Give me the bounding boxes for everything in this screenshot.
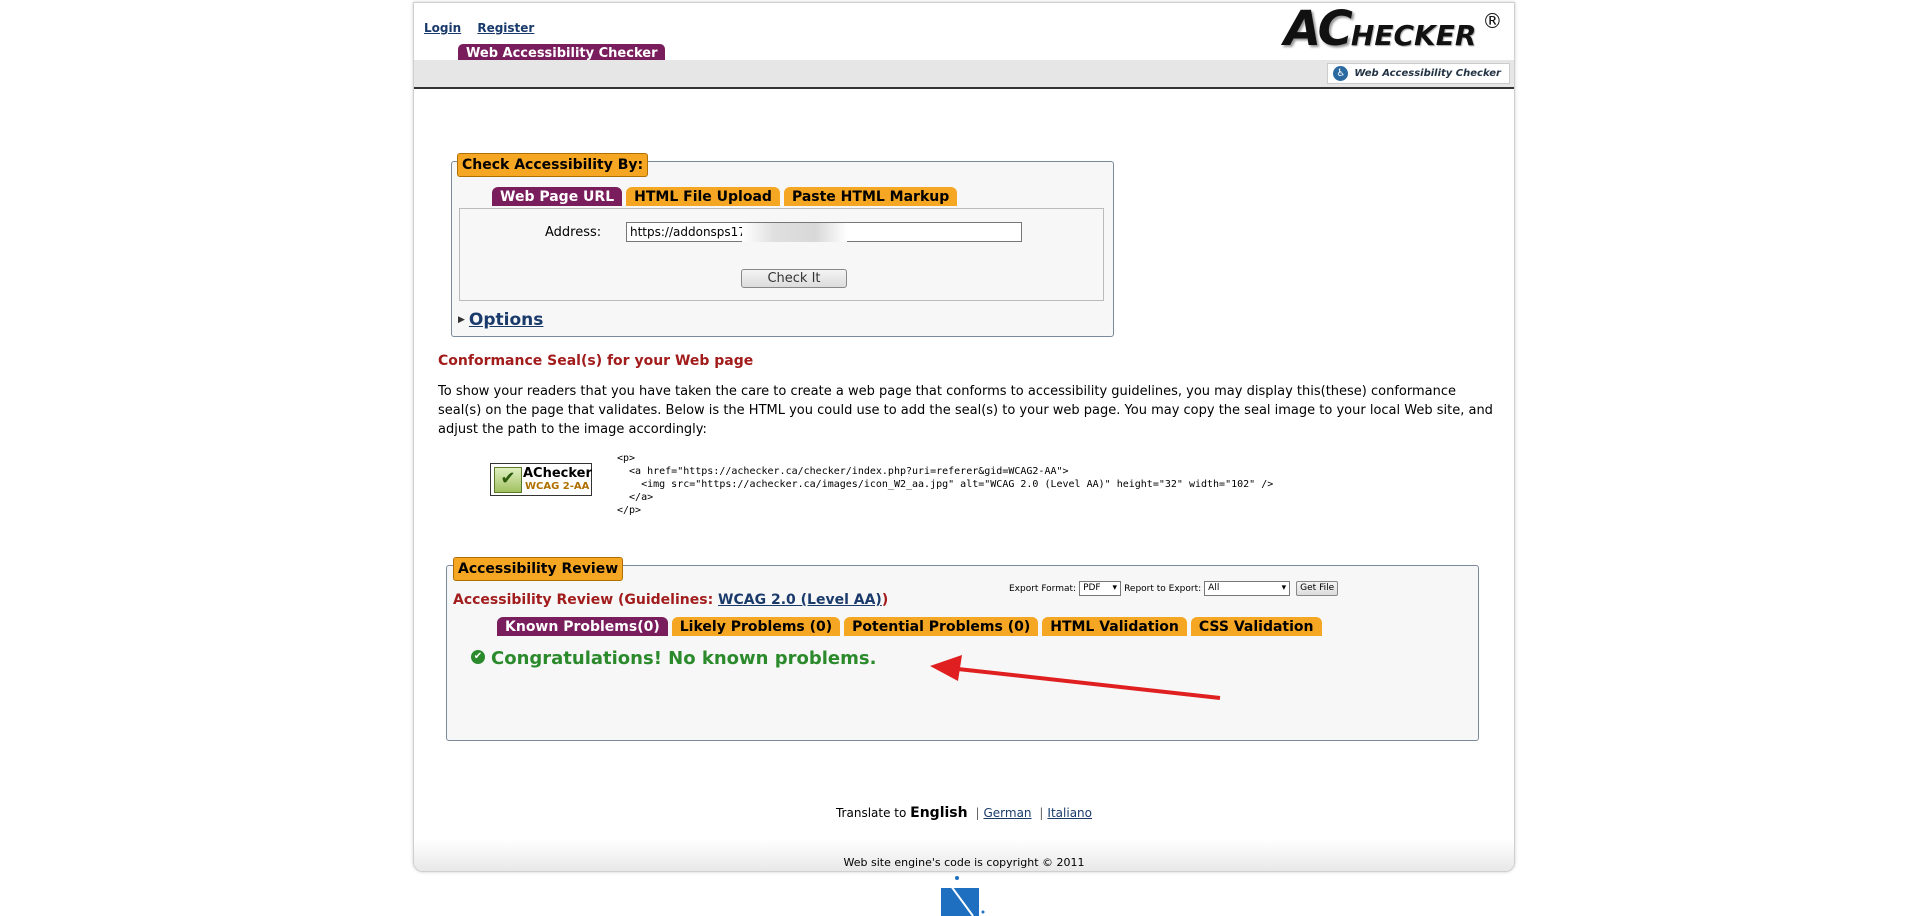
options-toggle[interactable]: ▶ Options bbox=[458, 310, 543, 330]
footer: Web site engine's code is copyright © 20… bbox=[414, 839, 1514, 871]
login-link[interactable]: Login bbox=[424, 21, 461, 35]
export-format-select[interactable]: PDF bbox=[1079, 581, 1122, 596]
guideline-link[interactable]: WCAG 2.0 (Level AA) bbox=[718, 592, 882, 608]
bottom-logo-icon bbox=[941, 876, 985, 916]
tab-css-validation[interactable]: CSS Validation bbox=[1190, 617, 1322, 636]
copyright-text: Web site engine's code is copyright © 20… bbox=[843, 856, 1085, 869]
check-circle-icon: ✔ bbox=[471, 650, 485, 664]
get-file-button[interactable]: Get File bbox=[1296, 581, 1339, 596]
review-legend: Accessibility Review bbox=[453, 557, 624, 581]
tab-paste-html-markup[interactable]: Paste HTML Markup bbox=[783, 187, 958, 206]
checkmark-icon: ✔ bbox=[494, 467, 522, 493]
tab-html-file-upload[interactable]: HTML File Upload bbox=[626, 187, 780, 206]
header-badge[interactable]: ♿ Web Accessibility Checker bbox=[1327, 63, 1510, 84]
check-it-button[interactable]: Check It bbox=[741, 269, 847, 288]
seal-html-code: <p> <a href="https://achecker.ca/checker… bbox=[617, 453, 1274, 516]
tab-potential-problems[interactable]: Potential Problems (0) bbox=[844, 617, 1039, 636]
report-export-select[interactable]: All bbox=[1204, 581, 1291, 596]
translate-bar: Translate to English | German | Italiano bbox=[835, 805, 1092, 821]
tab-likely-problems[interactable]: Likely Problems (0) bbox=[671, 617, 841, 636]
page-frame: Login Register ACHECKER ® Web Accessibili… bbox=[413, 2, 1515, 872]
wcag-seal-image[interactable]: ✔ AChecker WCAG 2-AA bbox=[490, 463, 592, 496]
check-tabs: Web Page URL HTML File Upload Paste HTML… bbox=[492, 187, 958, 206]
language-italiano[interactable]: Italiano bbox=[1047, 806, 1092, 820]
current-language: English bbox=[910, 805, 968, 821]
export-bar: Export Format: PDF Report to Export: All… bbox=[1009, 581, 1339, 596]
language-german[interactable]: German bbox=[983, 806, 1031, 820]
review-heading: Accessibility Review (Guidelines: WCAG 2… bbox=[453, 592, 889, 608]
review-tabs: Known Problems(0) Likely Problems (0) Po… bbox=[497, 617, 1322, 636]
red-annotation-arrow bbox=[930, 655, 1221, 700]
seal-text: To show your readers that you have taken… bbox=[438, 384, 1493, 437]
register-link[interactable]: Register bbox=[477, 21, 534, 35]
address-label: Address: bbox=[545, 225, 602, 240]
check-legend: Check Accessibility By: bbox=[457, 153, 649, 177]
redacted-blur bbox=[742, 223, 847, 242]
tab-web-page-url[interactable]: Web Page URL bbox=[492, 187, 623, 206]
accessibility-review-fieldset: Accessibility Review Accessibility Revie… bbox=[446, 557, 1479, 741]
export-format-label: Export Format: bbox=[1009, 583, 1077, 594]
auth-links: Login Register bbox=[424, 21, 546, 35]
triangle-right-icon: ▶ bbox=[458, 315, 465, 325]
achecker-logo: ACHECKER ® bbox=[1284, 2, 1503, 57]
accessibility-icon: ♿ bbox=[1333, 66, 1349, 81]
tab-html-validation[interactable]: HTML Validation bbox=[1042, 617, 1187, 636]
check-accessibility-fieldset: Check Accessibility By: Web Page URL HTM… bbox=[451, 153, 1114, 337]
report-export-label: Report to Export: bbox=[1124, 583, 1202, 594]
header-bar: ♿ Web Accessibility Checker bbox=[414, 60, 1514, 89]
check-panel: Address: Check It bbox=[459, 208, 1104, 301]
tab-known-problems[interactable]: Known Problems(0) bbox=[497, 617, 668, 636]
congratulations-message: ✔ Congratulations! No known problems. bbox=[471, 648, 876, 669]
seal-heading: Conformance Seal(s) for your Web page bbox=[438, 353, 754, 369]
